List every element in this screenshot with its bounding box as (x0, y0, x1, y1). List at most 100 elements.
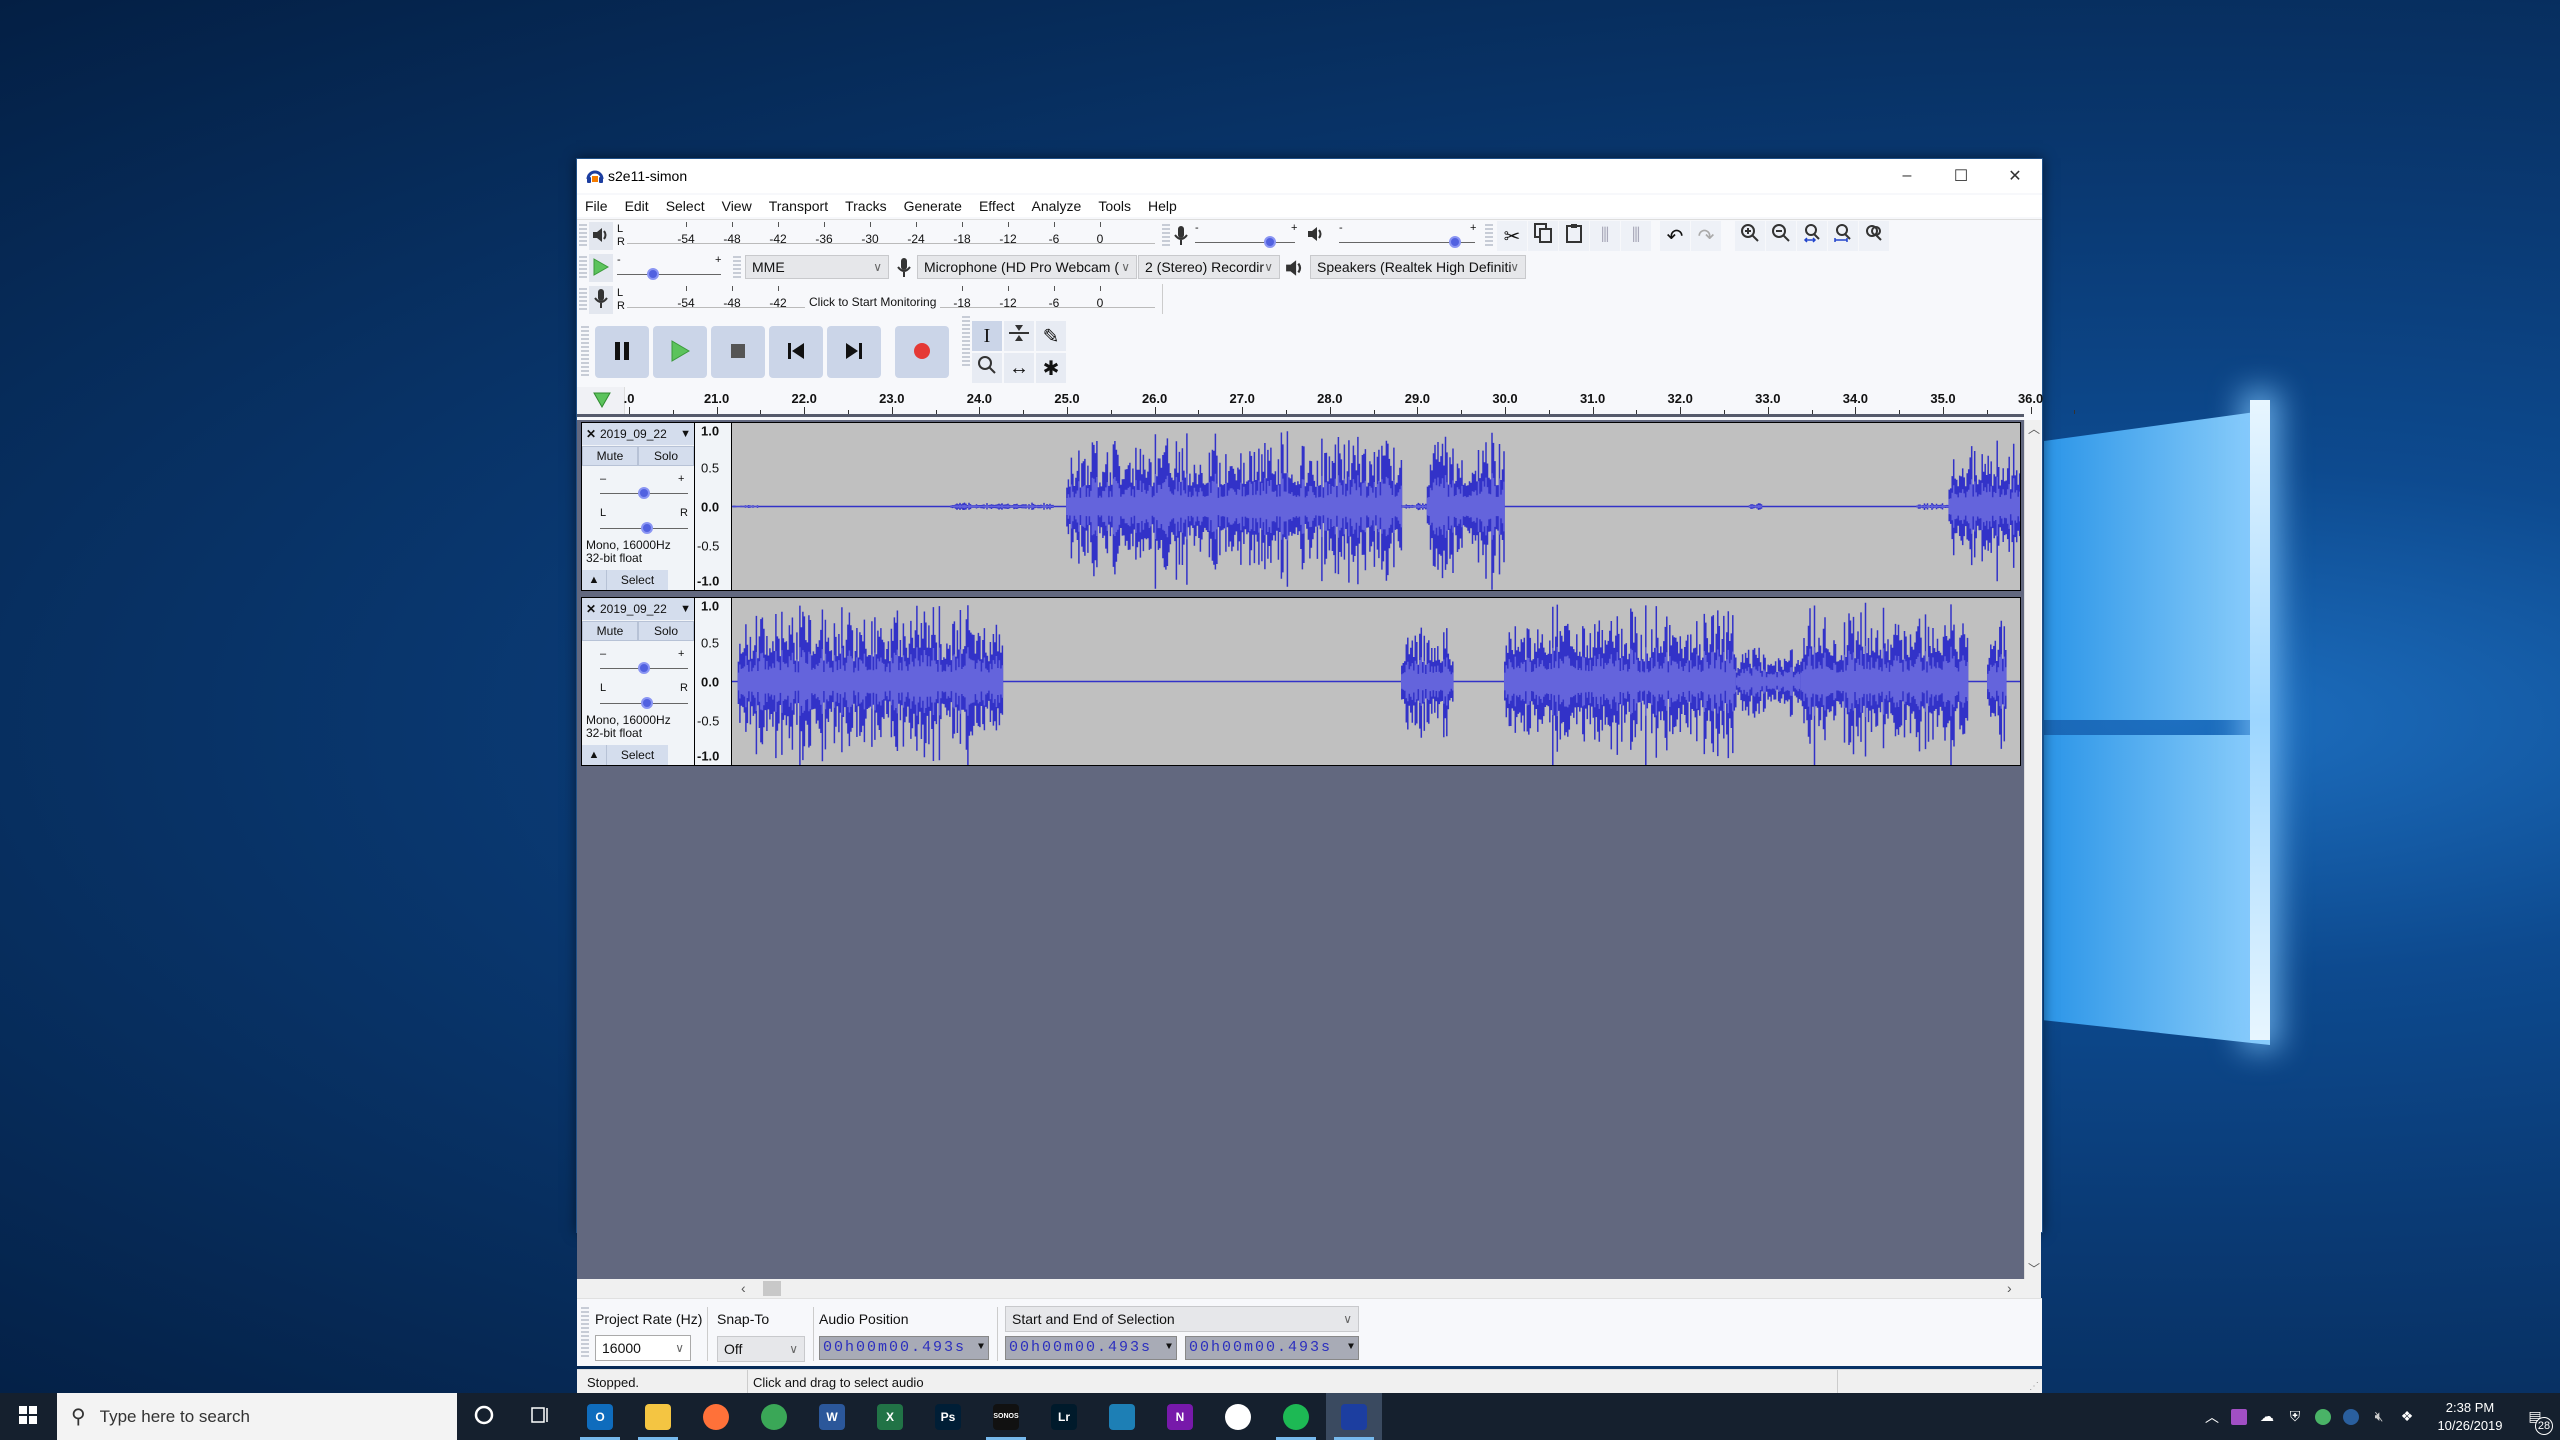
track-menu-arrow-icon[interactable]: ▼ (680, 428, 691, 440)
steam-icon[interactable] (2338, 1393, 2364, 1440)
multi-tool-button[interactable]: ✱ (1036, 353, 1066, 383)
menu-tracks[interactable]: Tracks (845, 198, 886, 214)
selection-end-field[interactable]: 00h00m00.493s ▼ (1185, 1336, 1359, 1360)
action-center-button[interactable]: ▤ 28 (2515, 1393, 2555, 1440)
onedrive-icon[interactable]: ☁ (2254, 1393, 2280, 1440)
toolbar-grip[interactable] (579, 288, 587, 312)
audio-track-1[interactable]: ✕ 2019_09_22 ▼ Mute Solo – + L R Mono, 16… (581, 422, 2021, 591)
menu-analyze[interactable]: Analyze (1032, 198, 1082, 214)
zoom-toggle-button[interactable] (1859, 221, 1889, 251)
dropdown-arrow-icon[interactable]: ▼ (1166, 1337, 1174, 1359)
play-head-marker[interactable] (577, 387, 625, 414)
zoom-out-button[interactable] (1766, 221, 1796, 251)
recording-volume-slider[interactable] (1195, 242, 1295, 243)
clock[interactable]: 2:38 PM 10/26/2019 (2425, 1393, 2515, 1440)
playback-meter[interactable]: -54 -48 -42 -36 -30 -24 -18 -12 -6 0 (627, 222, 1155, 246)
recording-channels-dropdown[interactable]: 2 (Stereo) Recordir ∨ (1138, 255, 1280, 279)
taskbar-app-sonos[interactable]: SONOS (978, 1393, 1034, 1440)
minimize-button[interactable]: – (1880, 159, 1934, 193)
taskbar-app-slack[interactable] (1210, 1393, 1266, 1440)
toolbar-grip[interactable] (1485, 224, 1493, 248)
task-view-button[interactable] (512, 1393, 568, 1440)
audio-track-2[interactable]: ✕ 2019_09_22 ▼ Mute Solo – + L R Mono, 16… (581, 597, 2021, 766)
waveform[interactable] (732, 598, 2020, 765)
close-track-icon[interactable]: ✕ (582, 602, 600, 616)
snap-to-dropdown[interactable]: Off ∨ (717, 1336, 805, 1362)
dropbox-icon[interactable]: ❖ (2394, 1393, 2420, 1440)
taskbar-search-box[interactable]: ⚲ Type here to search (57, 1393, 457, 1440)
select-track-button[interactable]: Select (606, 745, 668, 765)
close-track-icon[interactable]: ✕ (582, 427, 600, 441)
menu-edit[interactable]: Edit (625, 198, 649, 214)
time-shift-tool-button[interactable]: ↔ (1004, 353, 1034, 383)
play-speed-slider[interactable] (617, 274, 721, 275)
start-monitoring-label[interactable]: Click to Start Monitoring (805, 295, 941, 309)
toolbar-grip[interactable] (579, 224, 587, 248)
play-speed-thumb[interactable] (647, 268, 660, 280)
collapse-track-icon[interactable]: ▲ (582, 570, 606, 590)
redo-button[interactable]: ↷ (1691, 221, 1721, 251)
track-menu-arrow-icon[interactable]: ▼ (680, 603, 691, 615)
toolbar-grip[interactable] (581, 326, 589, 378)
skip-to-end-button[interactable] (827, 326, 881, 378)
taskbar-app-lightroom[interactable]: Lr (1036, 1393, 1092, 1440)
trim-button[interactable]: ⦀ (1590, 221, 1620, 251)
audio-host-dropdown[interactable]: MME ∨ (745, 255, 889, 279)
horizontal-scroll-thumb[interactable] (763, 1281, 781, 1296)
gain-slider-thumb[interactable] (638, 662, 650, 674)
record-meter-button[interactable] (589, 286, 613, 314)
copy-button[interactable] (1528, 221, 1558, 251)
dropdown-arrow-icon[interactable]: ▼ (1348, 1337, 1356, 1359)
scroll-down-icon[interactable]: ﹀ (2028, 1260, 2040, 1277)
zoom-tool-button[interactable] (972, 353, 1002, 383)
toolbar-grip[interactable] (1162, 224, 1170, 248)
record-button[interactable] (895, 326, 949, 378)
shield-icon[interactable]: ⛨ (2282, 1393, 2308, 1440)
draw-tool-button[interactable]: ✎ (1036, 321, 1066, 351)
collapse-track-icon[interactable]: ▲ (582, 745, 606, 765)
menu-help[interactable]: Help (1148, 198, 1177, 214)
toolbar-grip[interactable] (733, 256, 741, 280)
taskbar-app-chrome[interactable] (746, 1393, 802, 1440)
gain-slider-thumb[interactable] (638, 487, 650, 499)
taskbar-app-firefox[interactable] (688, 1393, 744, 1440)
zoom-in-button[interactable] (1735, 221, 1765, 251)
silence-button[interactable]: ⦀ (1621, 221, 1651, 251)
project-rate-dropdown[interactable]: 16000 ∨ (595, 1335, 691, 1361)
resize-grip-icon[interactable]: ⋰ (2029, 1381, 2039, 1392)
vertical-scrollbar[interactable]: ︿ ﹀ (2024, 420, 2041, 1279)
cortana-button[interactable] (456, 1393, 512, 1440)
start-button[interactable] (0, 1393, 56, 1440)
taskbar-app-word[interactable]: W (804, 1393, 860, 1440)
waveform[interactable] (732, 423, 2020, 590)
timeline-ruler[interactable]: .0 21.0 22.0 23.0 24.0 25.0 26.0 27.0 28.0 29.0 3… (577, 387, 2076, 417)
playback-device-dropdown[interactable]: Speakers (Realtek High Definiti ∨ (1310, 255, 1526, 279)
menu-effect[interactable]: Effect (979, 198, 1015, 214)
track-area[interactable]: ✕ 2019_09_22 ▼ Mute Solo – + L R Mono, 16… (577, 420, 2024, 1279)
taskbar-app-audacity[interactable] (1326, 1393, 1382, 1440)
pause-button[interactable] (595, 326, 649, 378)
selection-start-field[interactable]: 00h00m00.493s ▼ (1005, 1336, 1177, 1360)
toolbar-grip[interactable] (581, 1307, 589, 1359)
taskbar-app-excel[interactable]: X (862, 1393, 918, 1440)
title-bar[interactable]: s2e11-simon – ☐ ✕ (577, 159, 2042, 193)
recording-volume-thumb[interactable] (1264, 236, 1276, 248)
volume-muted-icon[interactable]: 🔇︎ (2366, 1393, 2392, 1440)
close-button[interactable]: ✕ (1988, 159, 2042, 193)
toolbar-grip[interactable] (579, 256, 587, 280)
taskbar-app-photoshop[interactable]: Ps (920, 1393, 976, 1440)
playback-meter-button[interactable] (589, 222, 613, 250)
menu-view[interactable]: View (722, 198, 752, 214)
scroll-up-icon[interactable]: ︿ (2028, 420, 2040, 437)
play-at-speed-button[interactable] (589, 254, 613, 282)
pan-slider-thumb[interactable] (641, 522, 653, 534)
menu-select[interactable]: Select (666, 198, 705, 214)
selection-mode-dropdown[interactable]: Start and End of Selection ∨ (1005, 1306, 1359, 1332)
horizontal-scrollbar[interactable]: ‹ › (577, 1279, 2041, 1298)
scroll-right-icon[interactable]: › (2007, 1280, 2012, 1296)
scroll-left-icon[interactable]: ‹ (741, 1280, 746, 1296)
pushbullet-icon[interactable] (2310, 1393, 2336, 1440)
toolbar-grip[interactable] (962, 316, 970, 368)
solo-button[interactable]: Solo (638, 446, 694, 466)
fit-project-button[interactable] (1828, 221, 1858, 251)
